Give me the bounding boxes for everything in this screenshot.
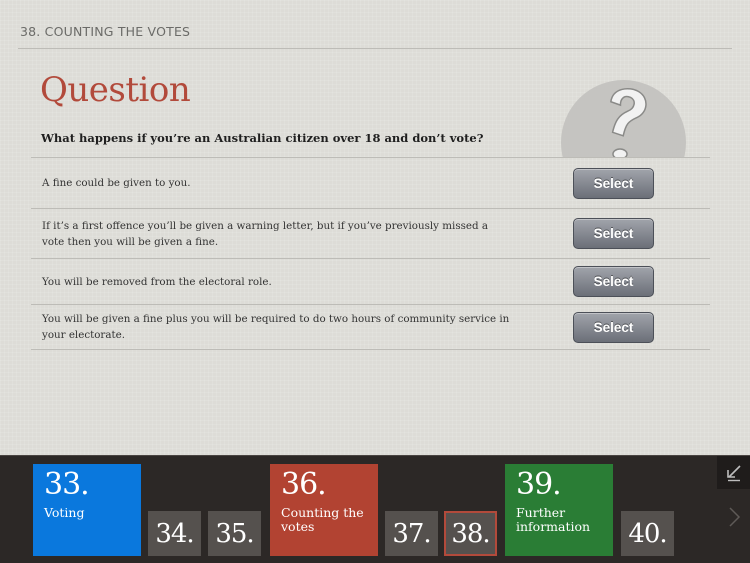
page-navigation-bar: 33. Voting 34. 35. 36. Counting the vote…	[0, 455, 750, 563]
nav-tile-38-current[interactable]: 38.	[444, 511, 497, 556]
answer-text: If it’s a first offence you’ll be given …	[42, 219, 488, 248]
tile-number: 36.	[281, 467, 327, 502]
nav-tile-37[interactable]: 37.	[385, 511, 438, 556]
tile-number: 34.	[155, 518, 194, 549]
next-page-button[interactable]	[724, 505, 746, 529]
answer-row: You will be removed from the electoral r…	[31, 258, 710, 304]
nav-tile-36[interactable]: 36. Counting the votes	[270, 464, 378, 556]
answer-row: If it’s a first offence you’ll be given …	[31, 208, 710, 258]
tile-number: 37.	[392, 518, 431, 549]
select-button[interactable]: Select	[573, 311, 654, 343]
collapse-arrow-icon	[726, 464, 741, 481]
tile-number: 38.	[451, 518, 490, 549]
question-text: What happens if you’re an Australian cit…	[41, 131, 484, 145]
select-button[interactable]: Select	[573, 218, 654, 249]
answer-text: You will be removed from the electoral r…	[42, 275, 272, 288]
nav-tile-34[interactable]: 34.	[148, 511, 201, 556]
answer-row: You will be given a fine plus you will b…	[31, 304, 710, 350]
tile-number: 39.	[516, 467, 562, 502]
chevron-right-icon	[729, 507, 741, 527]
nav-tile-40[interactable]: 40.	[621, 511, 674, 556]
collapse-button[interactable]	[717, 456, 750, 489]
nav-tile-35[interactable]: 35.	[208, 511, 261, 556]
answer-text: You will be given a fine plus you will b…	[42, 313, 510, 341]
select-button[interactable]: Select	[573, 167, 654, 199]
nav-tile-33[interactable]: 33. Voting	[33, 464, 141, 556]
tile-label: Further information	[516, 505, 591, 534]
page-header: 38. COUNTING THE VOTES	[18, 0, 732, 49]
tile-number: 40.	[628, 518, 667, 549]
answer-list: A fine could be given to you. Select If …	[31, 157, 710, 350]
tile-label: Counting the votes	[281, 505, 364, 534]
tile-number: 33.	[44, 467, 90, 502]
nav-tile-39[interactable]: 39. Further information	[505, 464, 613, 556]
page-title: 38. COUNTING THE VOTES	[20, 24, 191, 39]
question-heading: Question	[40, 70, 191, 110]
answer-row: A fine could be given to you. Select	[31, 157, 710, 208]
question-mark-icon	[610, 87, 647, 158]
tile-number: 35.	[215, 518, 254, 549]
answer-text: A fine could be given to you.	[42, 177, 191, 189]
tile-label: Voting	[44, 505, 85, 520]
question-illustration	[561, 80, 686, 158]
select-button[interactable]: Select	[573, 266, 654, 297]
